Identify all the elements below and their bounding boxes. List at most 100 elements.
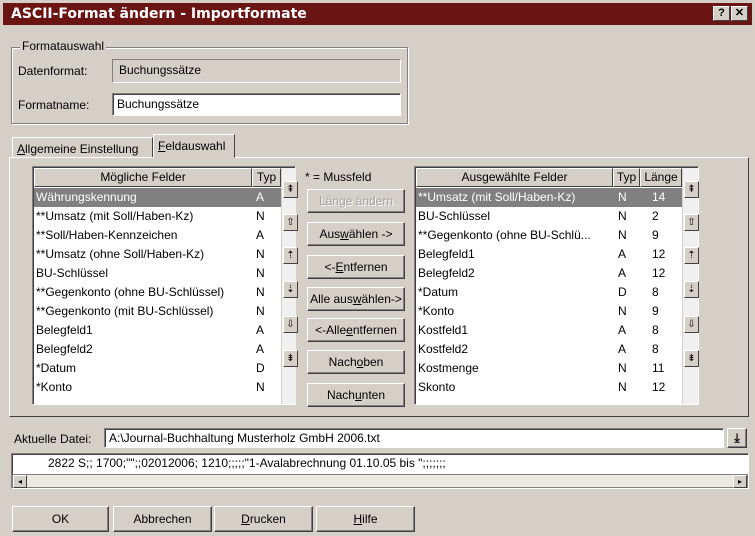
hilfe-button[interactable]: Hilfe	[316, 506, 415, 532]
list-item[interactable]: *Konto N	[34, 378, 281, 397]
abbrechen-button[interactable]: Abbrechen	[113, 506, 212, 532]
entfernen-label-b: ntfernen	[343, 260, 388, 274]
field-name-cell: Kostmenge	[418, 361, 479, 375]
field-length-cell: 8	[652, 285, 659, 299]
list-item[interactable]: **Gegenkonto (mit BU-Schlüssel) N	[34, 302, 281, 321]
alle-entfernen-button[interactable]: <-Alle e ntfernen	[307, 318, 405, 342]
alle-auswaehlen-label-a: Alle aus	[310, 292, 353, 306]
field-name-cell: *Datum	[36, 361, 77, 375]
list-item[interactable]: BU-Schlüssel N	[34, 264, 281, 283]
bottom-icon[interactable]: ⇟	[684, 350, 699, 367]
auswaehlen-button[interactable]: Aus w ählen ->	[307, 222, 405, 246]
list-item[interactable]: *Datum D 8	[416, 283, 682, 302]
field-name-cell: Kostfeld1	[418, 323, 469, 337]
laenge-aendern-button[interactable]: Länge ändern	[307, 189, 405, 213]
top-icon[interactable]: ⇞	[684, 181, 699, 198]
field-type-cell: N	[618, 228, 627, 242]
field-type-cell: N	[256, 266, 265, 280]
field-type-cell: A	[618, 247, 627, 261]
list-item[interactable]: Kostfeld2 A 8	[416, 340, 682, 359]
entfernen-button[interactable]: <- Entfernen	[307, 255, 405, 279]
col-header-typ[interactable]: Typ	[252, 168, 281, 187]
field-length-cell: 2	[652, 209, 659, 223]
field-name-cell: **Gegenkonto (ohne BU-Schlüssel)	[36, 285, 225, 299]
field-name-cell: BU-Schlüssel	[418, 209, 491, 223]
list-item[interactable]: **Gegenkonto (ohne BU-Schlüssel) N	[34, 283, 281, 302]
col-header-typ-right[interactable]: Typ	[613, 168, 640, 187]
nach-oben-button[interactable]: Nach o ben	[307, 350, 405, 374]
list-item[interactable]: Belegfeld1 A	[34, 321, 281, 340]
chevron-down-icon[interactable]: ⇣	[684, 281, 699, 298]
close-button[interactable]: ✕	[731, 6, 748, 21]
field-name-cell: Belegfeld2	[36, 342, 93, 356]
field-length-cell: 12	[652, 380, 666, 394]
down-icon[interactable]: ⇩	[684, 316, 699, 333]
formatname-input[interactable]: Buchungssätze	[112, 93, 401, 116]
drucken-button[interactable]: Drucken	[214, 506, 313, 532]
scroll-left-icon[interactable]: ◂	[13, 475, 27, 488]
mussfeld-note: * = Mussfeld	[305, 170, 372, 184]
ausgewaehlte-felder-list[interactable]: Ausgewählte Felder Typ Länge **Umsatz (m…	[414, 166, 699, 405]
list-item[interactable]: **Umsatz (mit Soll/Haben-Kz) N 14	[416, 188, 682, 207]
list-item[interactable]: **Umsatz (mit Soll/Haben-Kz) N	[34, 207, 281, 226]
auswaehlen-accel: w	[340, 227, 349, 241]
list-item[interactable]: *Datum D	[34, 359, 281, 378]
field-name-cell: Kostfeld2	[418, 342, 469, 356]
list-item[interactable]: Skonto N 12	[416, 378, 682, 397]
scroll-right-icon[interactable]: ▸	[733, 475, 747, 488]
download-icon[interactable]: ⤓	[727, 428, 747, 448]
col-header-moegliche-felder[interactable]: Mögliche Felder	[34, 168, 252, 187]
tab-allgemeine-einstellung[interactable]: Allgemeine Einstellung	[12, 137, 153, 158]
preview-hscrollbar[interactable]: ◂ ▸	[12, 474, 748, 488]
auswaehlen-label-a: Aus	[319, 227, 341, 241]
field-name-cell: Währungskennung	[36, 190, 137, 204]
field-name-cell: **Umsatz (mit Soll/Haben-Kz)	[418, 190, 576, 204]
alle-auswaehlen-button[interactable]: Alle aus w ählen->	[307, 287, 405, 311]
field-type-cell: N	[618, 304, 627, 318]
formatauswahl-legend: Formatauswahl	[20, 39, 107, 53]
abbrechen-label: Abbrechen	[133, 512, 192, 526]
field-length-cell: 9	[652, 228, 659, 242]
field-type-cell: N	[256, 304, 265, 318]
nach-oben-label-a: Nach	[328, 355, 357, 369]
list-item[interactable]: **Umsatz (ohne Soll/Haben-Kz) N	[34, 245, 281, 264]
list-item[interactable]: Belegfeld1 A 12	[416, 245, 682, 264]
bottom-icon[interactable]: ⇟	[283, 350, 298, 367]
list-item[interactable]: Kostmenge N 11	[416, 359, 682, 378]
list-item[interactable]: Kostfeld1 A 8	[416, 321, 682, 340]
up-icon[interactable]: ⇧	[684, 214, 699, 231]
moegliche-felder-list[interactable]: Mögliche Felder Typ Währungskennung A **Um…	[32, 166, 298, 405]
chevron-up-icon[interactable]: ⇡	[684, 247, 699, 264]
chevron-down-icon[interactable]: ⇣	[283, 281, 298, 298]
chevron-up-icon[interactable]: ⇡	[283, 247, 298, 264]
field-name-cell: *Datum	[418, 285, 459, 299]
field-length-cell: 8	[652, 323, 659, 337]
nach-oben-accel: o	[356, 355, 364, 369]
alle-entfernen-accel: e	[346, 323, 353, 337]
alle-auswaehlen-accel: w	[352, 292, 362, 306]
top-icon[interactable]: ⇞	[283, 181, 298, 198]
preview-text: 2822 S;; 1700;"";;02012006; 1210;;;;;"1-…	[48, 456, 446, 470]
help-button[interactable]: ?	[713, 6, 730, 21]
list-item[interactable]: **Gegenkonto (ohne BU-Schlü... N 9	[416, 226, 682, 245]
right-move-strip: ⇞ ⇧ ⇡ ⇣ ⇩ ⇟	[682, 168, 699, 404]
list-item[interactable]: Belegfeld2 A	[34, 340, 281, 359]
ok-button[interactable]: OK	[12, 506, 109, 532]
dialog-window: ASCII-Format ändern - Importformate ? ✕ …	[0, 0, 755, 536]
list-item[interactable]: Belegfeld2 A 12	[416, 264, 682, 283]
col-header-ausgewaehlte-felder[interactable]: Ausgewählte Felder	[416, 168, 613, 187]
list-item[interactable]: **Soll/Haben-Kennzeichen A	[34, 226, 281, 245]
list-item[interactable]: Währungskennung A	[34, 188, 281, 207]
field-name-cell: *Konto	[36, 380, 73, 394]
nach-unten-button[interactable]: Nach u nten	[307, 383, 405, 407]
up-icon[interactable]: ⇧	[283, 214, 298, 231]
tab-feldauswahl[interactable]: Feldauswahl	[153, 134, 235, 158]
aktuelle-datei-input[interactable]: A:\Journal-Buchhaltung Musterholz GmbH 2…	[104, 428, 724, 448]
field-type-cell: N	[618, 361, 627, 375]
field-type-cell: N	[618, 190, 627, 204]
col-header-laenge[interactable]: Länge	[640, 168, 682, 187]
down-icon[interactable]: ⇩	[283, 316, 298, 333]
field-length-cell: 9	[652, 304, 659, 318]
list-item[interactable]: *Konto N 9	[416, 302, 682, 321]
list-item[interactable]: BU-Schlüssel N 2	[416, 207, 682, 226]
